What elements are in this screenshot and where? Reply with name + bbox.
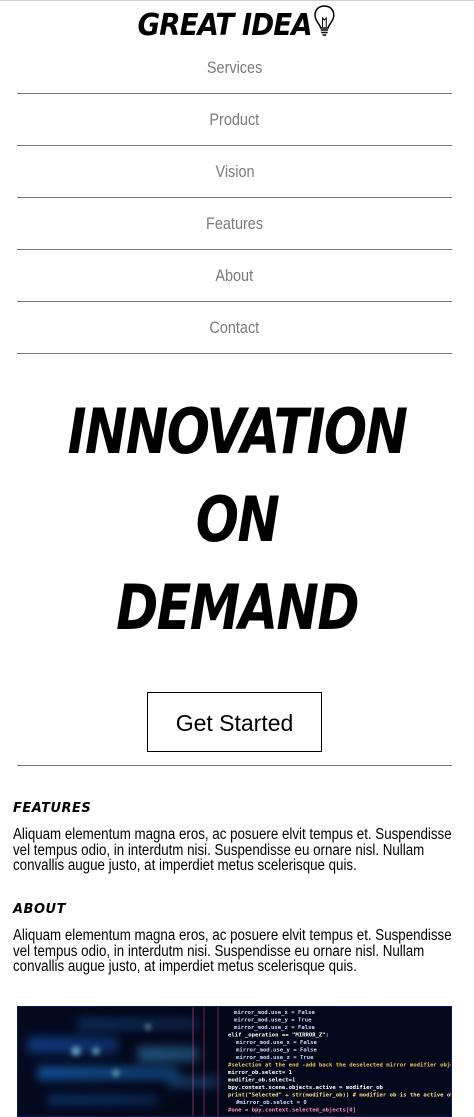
code-line: mirror_ob.select= 1 (228, 1070, 293, 1076)
get-started-button[interactable]: Get Started (147, 692, 322, 752)
code-line: print("Selected" + str(modifier_ob)) # m… (228, 1093, 452, 1099)
section-body: Aliquam elementum magna eros, ac posuere… (13, 826, 452, 874)
nav-item-vision[interactable]: Vision (17, 146, 452, 198)
about-section: ABOUT Aliquam elementum magna eros, ac p… (13, 901, 453, 975)
code-line: mirror_mod.use_z = False (234, 1025, 315, 1031)
code-line: #selection at the end -add back the dese… (228, 1062, 452, 1069)
code-line: mirror_mod.use_x = False (236, 1040, 317, 1046)
hero-line: INNOVATION (67, 395, 408, 468)
code-screenshot-image: mirror_mod.use_x = False mirror_mod.use_y… (17, 1006, 452, 1117)
section-title: ABOUT (13, 902, 66, 917)
code-line: mirror_mod.use_y = False (236, 1048, 317, 1054)
nav-item-product[interactable]: Product (17, 94, 452, 146)
code-line: mirror_mod.use_x = False (234, 1010, 315, 1016)
main-nav: Services Product Vision Features About C… (17, 42, 452, 354)
features-section: FEATURES Aliquam elementum magna eros, a… (13, 800, 453, 874)
hero-heading: INNOVATION ON DEMAND (0, 388, 474, 652)
code-line: mirror_mod.use_z = True (236, 1055, 314, 1061)
divider (17, 765, 452, 766)
nav-item-about[interactable]: About (17, 250, 452, 302)
code-line: #one = bpy.context.selected_objects[0] (228, 1107, 356, 1114)
hero-line: ON (195, 483, 280, 556)
code-line: mirror_mod.use_y = True (234, 1018, 312, 1024)
section-body: Aliquam elementum magna eros, ac posuere… (13, 927, 452, 975)
code-line: bpy.context.scene.objects.active = modif… (228, 1084, 384, 1091)
hero-line: DEMAND (116, 571, 359, 644)
section-title: FEATURES (13, 801, 92, 816)
nav-item-services[interactable]: Services (17, 42, 452, 94)
nav-item-contact[interactable]: Contact (17, 302, 452, 354)
code-line: modifier_ob.select=1 (228, 1078, 296, 1084)
code-line: elif _operation == "MIRROR_Z": (228, 1033, 329, 1039)
logo-text: GREAT IDEA (137, 8, 313, 43)
code-line: #mirror_ob.select = 0 (236, 1100, 307, 1106)
nav-item-features[interactable]: Features (17, 198, 452, 250)
